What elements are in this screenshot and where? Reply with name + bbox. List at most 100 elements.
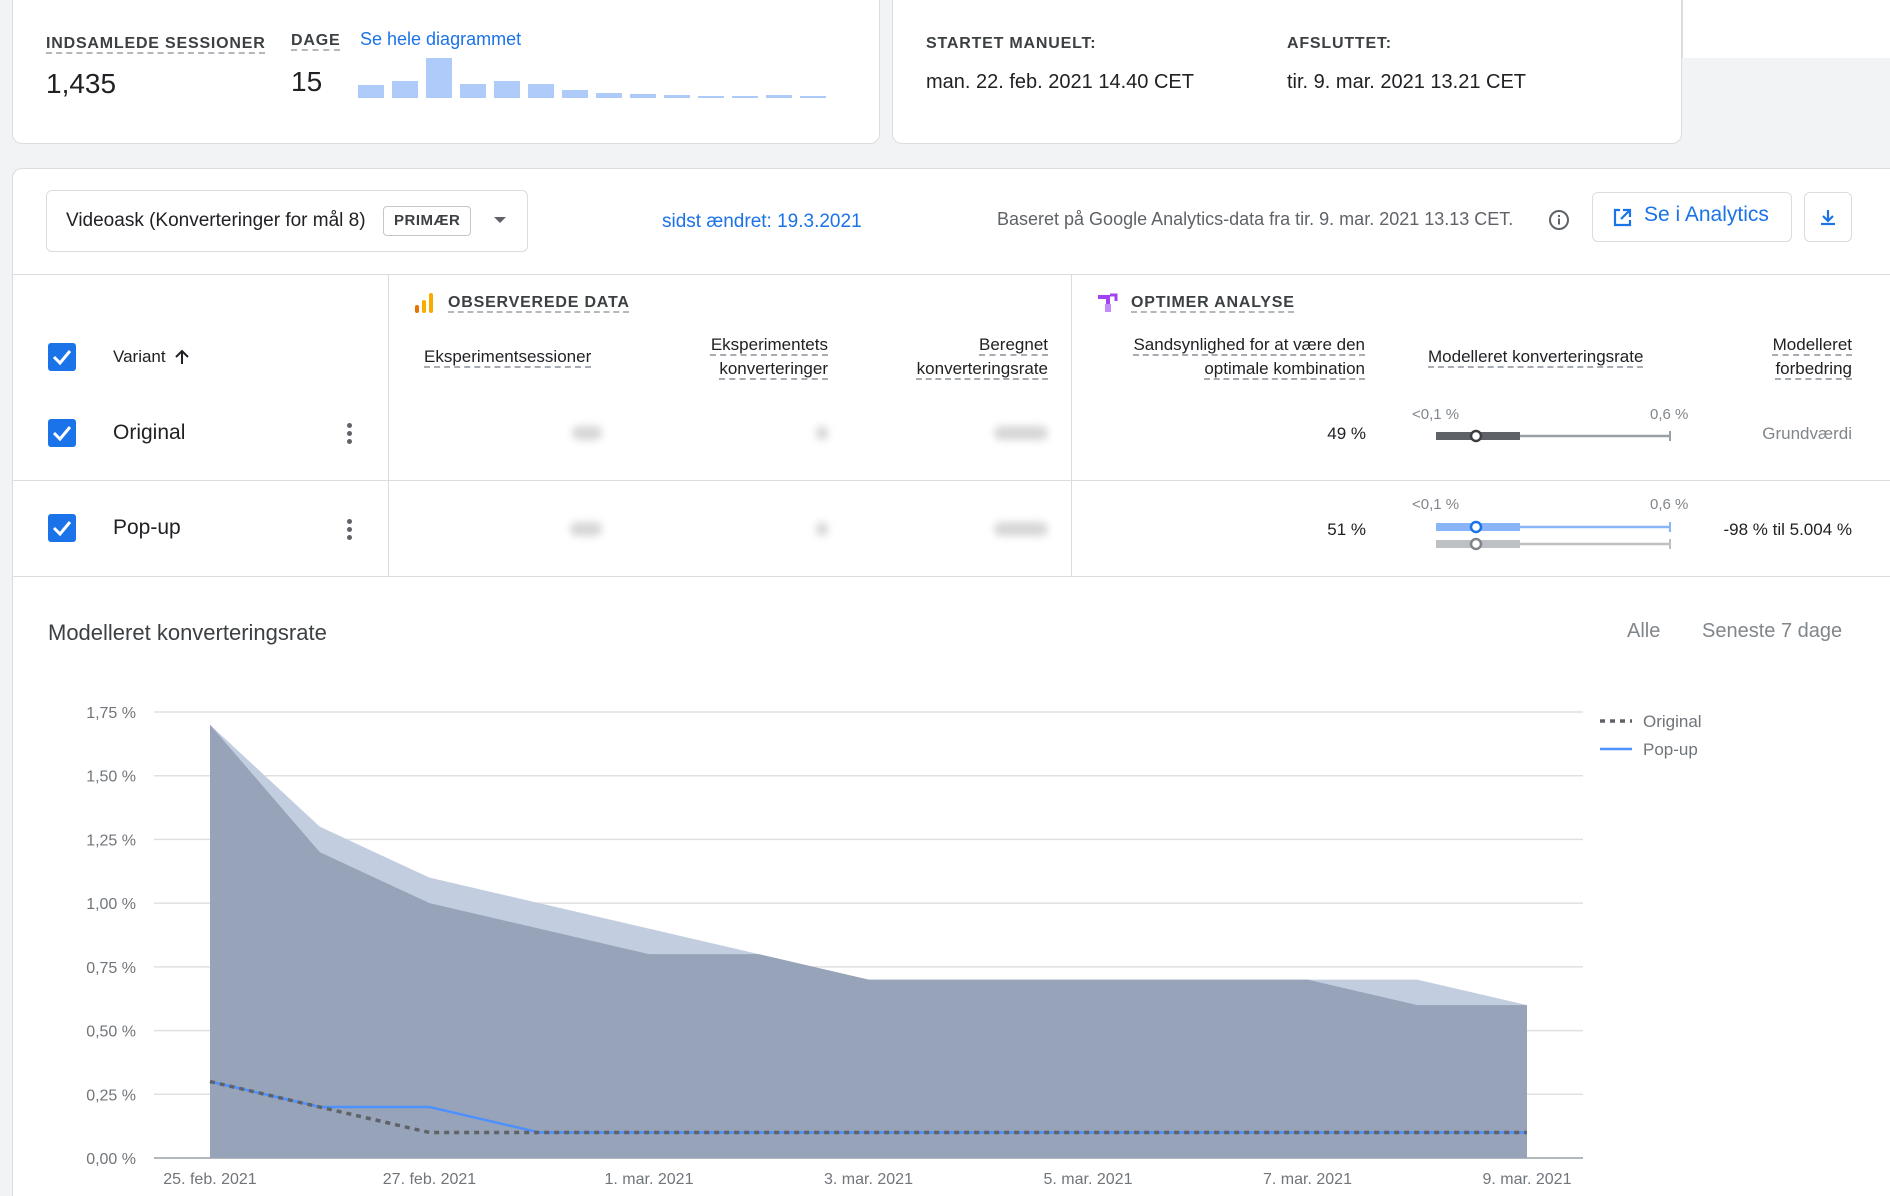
ended-label: AFSLUTTET: (1287, 35, 1392, 52)
modeled-range-popup (1436, 520, 1671, 551)
variant-checkbox-original[interactable] (48, 419, 76, 447)
variant-name-popup: Pop-up (113, 516, 181, 539)
mini-bar (800, 96, 826, 98)
x-tick-label: 27. feb. 2021 (383, 1171, 477, 1188)
modeled-rate-header-label: Modelleret konverteringsrate (1428, 347, 1644, 366)
divider (13, 274, 1890, 275)
observed-data-heading: OBSERVEREDE DATA (448, 294, 630, 311)
sessions-column-header[interactable]: Eksperimentsessioner (424, 345, 591, 369)
y-tick-label: 0,00 % (86, 1151, 136, 1168)
x-tick-label: 7. mar. 2021 (1263, 1171, 1352, 1188)
probability-header-line2: optimale kombination (1204, 359, 1365, 378)
probability-header-line1: Sandsynlighed for at være den (1133, 335, 1365, 354)
y-tick-label: 0,25 % (86, 1087, 136, 1104)
started-label: STARTET MANUELT: (926, 35, 1097, 52)
x-tick-label: 1. mar. 2021 (605, 1171, 694, 1188)
optimize-analysis-heading: OPTIMER ANALYSE (1131, 294, 1295, 311)
redacted-rate (994, 522, 1048, 536)
x-tick-label: 9. mar. 2021 (1483, 1171, 1572, 1188)
redacted-conversions (816, 522, 828, 536)
mini-bar (698, 96, 724, 98)
more-vert-icon[interactable] (345, 420, 353, 448)
data-basis-text: Baseret på Google Analytics-data fra tir… (997, 209, 1514, 229)
ended-value: tir. 9. mar. 2021 13.21 CET (1287, 71, 1527, 93)
improvement-header-line1: Modelleret (1772, 335, 1852, 354)
started-value: man. 22. feb. 2021 14.40 CET (926, 71, 1194, 93)
variant-column-header[interactable]: Variant (113, 345, 166, 369)
legend-label-original: Original (1643, 712, 1702, 731)
legend-label-popup: Pop-up (1643, 740, 1698, 759)
divider (13, 480, 1890, 481)
analytics-bars-icon (415, 293, 433, 313)
range-max-popup: 0,6 % (1650, 496, 1689, 513)
mini-bar (460, 84, 486, 98)
sessions-label: INDSAMLEDE SESSIONER (46, 35, 266, 52)
mini-bar (562, 90, 588, 98)
x-tick-label: 5. mar. 2021 (1044, 1171, 1133, 1188)
rate-header-line1: Beregnet (979, 335, 1048, 354)
variant-name-original: Original (113, 421, 186, 444)
modeled-rate-column-header[interactable]: Modelleret konverteringsrate (1428, 345, 1643, 369)
divider (13, 576, 1890, 577)
goal-select-value: Videoask (Konverteringer for mål 8) (66, 210, 366, 231)
rate-header-line2: konverteringsrate (916, 359, 1048, 378)
days-value: 15 (291, 66, 323, 97)
improvement-column-header[interactable]: Modelleret forbedring (1700, 333, 1852, 381)
mini-bar (528, 84, 554, 98)
original-confidence-band (210, 724, 1527, 1158)
improvement-header-line2: forbedring (1775, 359, 1852, 378)
rate-column-header[interactable]: Beregnet konverteringsrate (848, 333, 1048, 381)
sessions-header-label: Eksperimentsessioner (424, 347, 592, 366)
info-icon[interactable] (1548, 209, 1570, 231)
improvement-popup: -98 % til 5.004 % (1723, 520, 1852, 539)
mini-bar (494, 81, 520, 98)
more-vert-icon[interactable] (345, 516, 353, 544)
full-chart-link[interactable]: Se hele diagrammet (360, 29, 521, 50)
tab-last-7-days[interactable]: Seneste 7 dage (1702, 620, 1842, 643)
side-panel-edge (1682, 0, 1890, 58)
probability-original: 49 % (1327, 424, 1366, 443)
mini-bar (358, 85, 384, 98)
redacted-sessions (570, 522, 602, 536)
redacted-sessions (572, 426, 602, 440)
dropdown-arrow-icon[interactable] (493, 215, 507, 225)
redacted-rate (994, 426, 1048, 440)
check-icon (52, 521, 72, 537)
y-tick-label: 1,25 % (86, 832, 136, 849)
y-tick-label: 1,00 % (86, 896, 136, 913)
probability-column-header[interactable]: Sandsynlighed for at være den optimale k… (1080, 333, 1365, 381)
redacted-conversions (816, 426, 828, 440)
sessions-mini-chart[interactable] (358, 50, 828, 98)
x-tick-label: 3. mar. 2021 (824, 1171, 913, 1188)
mini-bar (766, 95, 792, 98)
variant-checkbox-popup[interactable] (48, 514, 76, 542)
probability-popup: 51 % (1327, 520, 1366, 539)
mini-bar (664, 95, 690, 98)
x-tick-label: 25. feb. 2021 (163, 1171, 257, 1188)
mini-bar (596, 93, 622, 98)
sort-arrow-up-icon[interactable] (174, 348, 190, 366)
mini-bar (392, 81, 418, 98)
check-icon (52, 350, 72, 366)
select-all-checkbox[interactable] (48, 343, 76, 371)
divider (388, 274, 389, 576)
y-tick-label: 0,50 % (86, 1024, 136, 1041)
check-icon (52, 426, 72, 442)
mini-bar (630, 94, 656, 98)
sessions-value: 1,435 (46, 68, 117, 99)
download-icon (1821, 210, 1835, 226)
optimize-icon (1098, 293, 1118, 312)
mini-bar (426, 58, 452, 98)
y-tick-label: 1,75 % (86, 705, 136, 722)
y-tick-label: 1,50 % (86, 769, 136, 786)
range-min-popup: <0,1 % (1412, 496, 1460, 513)
y-tick-label: 0,75 % (86, 960, 136, 977)
modeled-range-original (1436, 429, 1671, 443)
last-changed: sidst ændret: 19.3.2021 (662, 211, 862, 232)
conversions-column-header[interactable]: Eksperimentets konverteringer (640, 333, 828, 381)
view-in-analytics-label: Se i Analytics (1644, 203, 1769, 226)
tab-all[interactable]: Alle (1627, 620, 1660, 643)
variant-header-label: Variant (113, 347, 166, 366)
conversions-header-line2: konverteringer (719, 359, 828, 378)
days-label: DAGE (291, 32, 341, 49)
